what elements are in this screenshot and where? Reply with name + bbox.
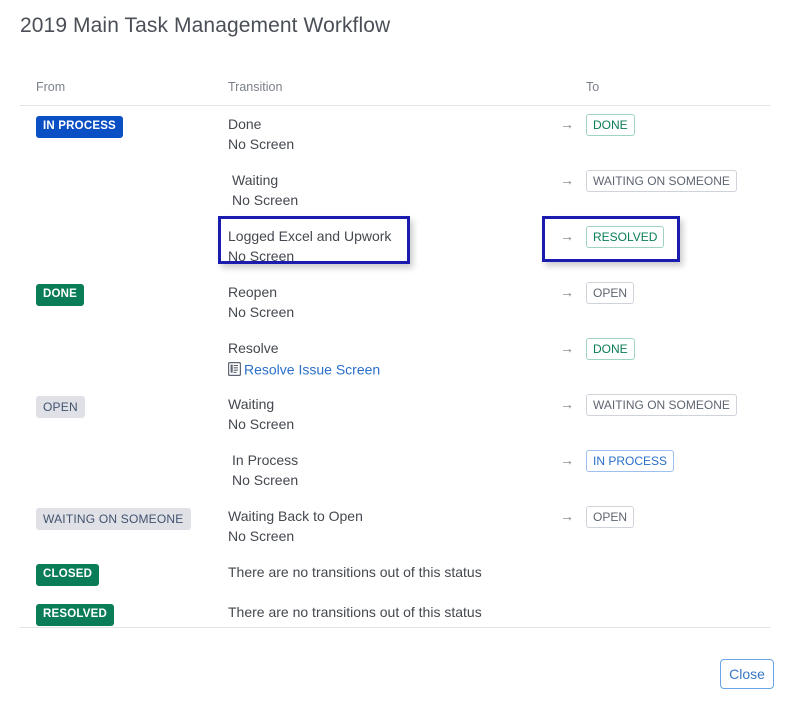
arrow-right-icon: → — [560, 228, 574, 244]
from-status-badge[interactable]: OPEN — [36, 396, 85, 418]
cell-transition: Resolve Resolve Issue Screen — [228, 338, 573, 381]
cell-from: DONE — [36, 284, 221, 306]
from-status-badge[interactable]: CLOSED — [36, 564, 100, 586]
transition-name: Resolve — [228, 340, 279, 356]
cell-transition: There are no transitions out of this sta… — [228, 602, 573, 622]
cell-to: → WAITING ON SOMEONE — [560, 394, 770, 416]
cell-from: CLOSED — [36, 564, 221, 586]
cell-from: RESOLVED — [36, 604, 221, 626]
to-status-badge[interactable]: WAITING ON SOMEONE — [586, 170, 737, 192]
cell-to: → DONE — [560, 114, 770, 136]
no-transitions-message: There are no transitions out of this sta… — [228, 564, 482, 580]
cell-to: → IN PROCESS — [560, 450, 770, 472]
no-transitions-message: There are no transitions out of this sta… — [228, 604, 482, 620]
to-status-badge[interactable]: OPEN — [586, 506, 635, 528]
transition-screen: No Screen — [228, 304, 295, 320]
cell-transition: Waiting No Screen — [232, 170, 577, 210]
transition-screen: No Screen — [228, 416, 295, 432]
status-group: DONE Reopen No Screen → OPEN Resolve Resolve I… — [20, 274, 770, 386]
arrow-right-icon: → — [560, 284, 574, 300]
cell-from: OPEN — [36, 396, 221, 418]
cell-transition: Done No Screen — [228, 114, 573, 154]
column-header-from: From — [36, 80, 66, 94]
transition-screen: No Screen — [228, 528, 295, 544]
cell-from: WAITING ON SOMEONE — [36, 508, 221, 530]
status-group: CLOSED There are no transitions out of th… — [20, 554, 770, 594]
cell-to: → OPEN — [560, 506, 770, 528]
table-row: WAITING ON SOMEONE Waiting Back to Open No… — [20, 498, 770, 554]
transition-name: Waiting — [232, 172, 279, 188]
table-row: CLOSED There are no transitions out of th… — [20, 554, 770, 594]
to-status-badge[interactable]: RESOLVED — [586, 226, 665, 248]
transition-name: Waiting — [228, 396, 275, 412]
table-row: In Process No Screen → IN PROCESS — [20, 442, 770, 498]
transition-name: Waiting Back to Open — [228, 508, 363, 524]
cell-transition: Waiting No Screen — [228, 394, 573, 434]
arrow-right-icon: → — [560, 508, 574, 524]
footer-divider — [20, 627, 770, 628]
status-group: OPEN Waiting No Screen → WAITING ON SOMEONE I… — [20, 386, 770, 498]
to-status-badge[interactable]: WAITING ON SOMEONE — [586, 394, 737, 416]
arrow-right-icon: → — [560, 116, 574, 132]
column-header-to: To — [586, 80, 600, 94]
transition-name: In Process — [232, 452, 299, 468]
status-group: WAITING ON SOMEONE Waiting Back to Open No… — [20, 498, 770, 554]
arrow-right-icon: → — [560, 396, 574, 412]
transition-screen: No Screen — [228, 248, 295, 264]
status-group: IN PROCESS Done No Screen → DONE Waiting No Sc… — [20, 106, 770, 274]
cell-to: → RESOLVED — [560, 226, 770, 248]
from-status-badge[interactable]: DONE — [36, 284, 85, 306]
cell-from: IN PROCESS — [36, 116, 221, 138]
close-button[interactable]: Close — [720, 659, 774, 689]
transition-screen: No Screen — [228, 136, 295, 152]
transition-name: Logged Excel and Upwork — [228, 228, 392, 244]
to-status-badge[interactable]: OPEN — [586, 282, 635, 304]
cell-transition: Waiting Back to Open No Screen — [228, 506, 573, 546]
transition-screen: No Screen — [232, 192, 299, 208]
table-row: RESOLVED There are no transitions out of … — [20, 594, 770, 634]
from-status-badge[interactable]: RESOLVED — [36, 604, 115, 626]
page-title: 2019 Main Task Management Workflow — [20, 14, 391, 37]
cell-to: → OPEN — [560, 282, 770, 304]
transition-screen: Resolve Issue Screen — [228, 358, 573, 381]
transition-name: Done — [228, 116, 262, 132]
arrow-right-icon: → — [560, 172, 574, 188]
cell-to: → DONE — [560, 338, 770, 360]
table-row: IN PROCESS Done No Screen → DONE — [20, 106, 770, 162]
table-header-row: From Transition To — [20, 76, 770, 106]
table-row: DONE Reopen No Screen → OPEN — [20, 274, 770, 330]
arrow-right-icon: → — [560, 340, 574, 356]
to-status-badge[interactable]: DONE — [586, 338, 635, 360]
transition-screen: No Screen — [232, 472, 299, 488]
cell-transition: Reopen No Screen — [228, 282, 573, 322]
cell-transition: In Process No Screen — [232, 450, 577, 490]
table-row: Waiting No Screen → WAITING ON SOMEONE — [20, 162, 770, 218]
workflow-transitions-table: From Transition To IN PROCESS Done No Scre… — [20, 76, 770, 634]
to-status-badge[interactable]: IN PROCESS — [586, 450, 675, 472]
table-row: Resolve Resolve Issue Screen → DONE — [20, 330, 770, 386]
arrow-right-icon: → — [560, 452, 574, 468]
status-group: RESOLVED There are no transitions out of … — [20, 594, 770, 634]
table-row: Logged Excel and Upwork No Screen → RESOLVE… — [20, 218, 770, 274]
transition-screen-link[interactable]: Resolve Issue Screen — [244, 361, 380, 377]
cell-transition: There are no transitions out of this sta… — [228, 562, 573, 582]
table-row: OPEN Waiting No Screen → WAITING ON SOMEONE — [20, 386, 770, 442]
column-header-transition: Transition — [228, 80, 283, 94]
cell-to: → WAITING ON SOMEONE — [560, 170, 770, 192]
screen-form-icon — [228, 361, 242, 381]
cell-transition: Logged Excel and Upwork No Screen — [228, 226, 573, 266]
from-status-badge[interactable]: WAITING ON SOMEONE — [36, 508, 191, 530]
table-body: IN PROCESS Done No Screen → DONE Waiting No Sc… — [20, 106, 770, 634]
from-status-badge[interactable]: IN PROCESS — [36, 116, 123, 138]
transition-name: Reopen — [228, 284, 278, 300]
to-status-badge[interactable]: DONE — [586, 114, 635, 136]
